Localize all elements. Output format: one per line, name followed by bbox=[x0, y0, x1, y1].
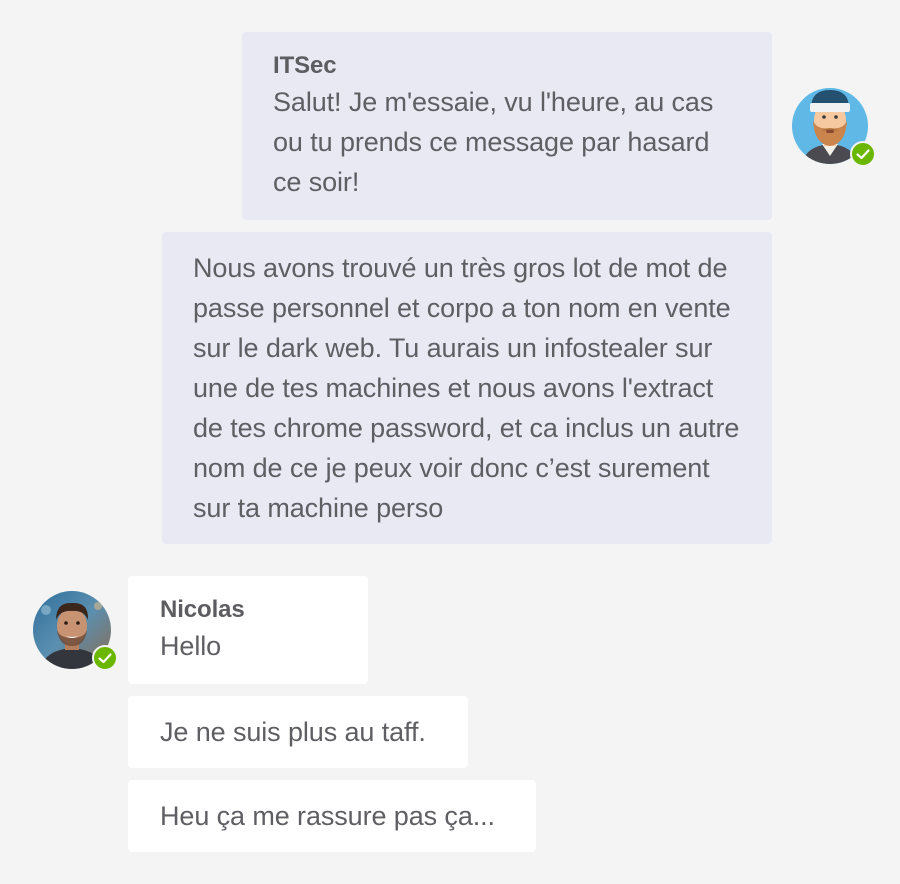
available-check-icon bbox=[850, 141, 876, 167]
message-text: Hello bbox=[160, 631, 222, 661]
message-bubble-nicolas-3[interactable]: Heu ça me rassure pas ça... bbox=[128, 780, 536, 852]
avatar-nicolas[interactable] bbox=[32, 590, 118, 671]
sender-name-itsec: ITSec bbox=[273, 52, 337, 79]
message-text: Salut! Je m'essaie, vu l'heure, au cas o… bbox=[273, 87, 714, 197]
message-bubble-itsec-1[interactable]: ITSec Salut! Je m'essaie, vu l'heure, au… bbox=[242, 32, 772, 220]
message-text: Heu ça me rassure pas ça... bbox=[160, 801, 495, 831]
message-bubble-nicolas-2[interactable]: Je ne suis plus au taff. bbox=[128, 696, 468, 768]
message-text: Nous avons trouvé un très gros lot de mo… bbox=[193, 253, 740, 523]
sender-name-nicolas: Nicolas bbox=[160, 596, 245, 623]
message-bubble-nicolas-1[interactable]: Nicolas Hello bbox=[128, 576, 368, 684]
message-bubble-itsec-2[interactable]: Nous avons trouvé un très gros lot de mo… bbox=[162, 232, 772, 544]
message-text: Je ne suis plus au taff. bbox=[160, 717, 426, 747]
available-check-icon bbox=[92, 645, 118, 671]
avatar-itsec[interactable] bbox=[790, 86, 876, 167]
